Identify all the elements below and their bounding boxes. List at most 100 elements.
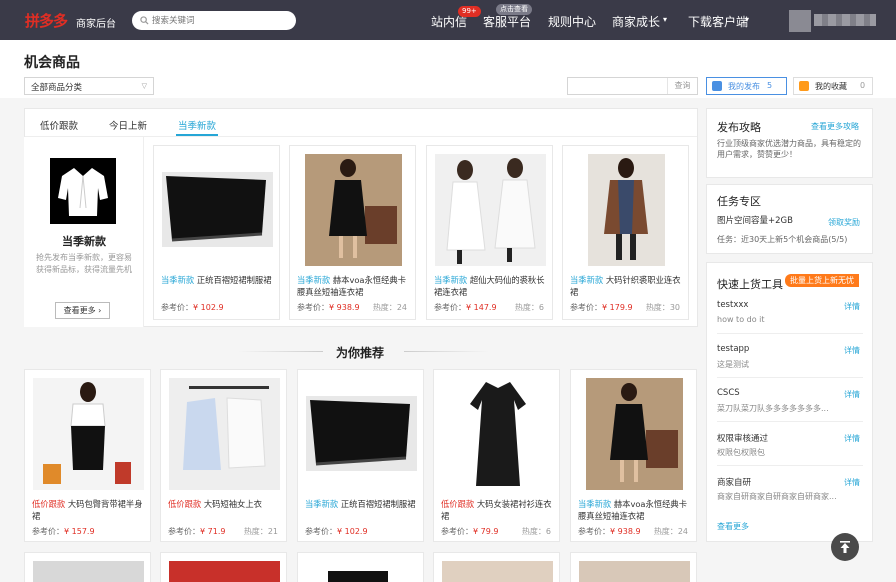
chevron-down-icon: ▾ bbox=[663, 15, 668, 24]
tool-desc: 商家自研商家自研商家自研商家... bbox=[717, 492, 837, 501]
product-image bbox=[162, 172, 273, 247]
product-title: 当季新款 大码针织裘职业连衣裙 bbox=[570, 275, 681, 297]
guide-text: 行业顶级商家优选潜力商品，具有稳定的用户需求，赞赞更少！ bbox=[717, 139, 861, 159]
nav-customer-service[interactable]: 客服平台 bbox=[483, 13, 531, 30]
product-price: 参考价：¥ 102.9 bbox=[161, 303, 224, 312]
tab-today-new[interactable]: 今日上新 bbox=[109, 118, 147, 132]
global-search[interactable] bbox=[132, 11, 296, 30]
my-favorite-button[interactable]: 我的收藏 0 bbox=[793, 77, 873, 95]
tool-desc: 这是测试 bbox=[717, 360, 749, 369]
product-heat: 热度：24 bbox=[372, 303, 407, 312]
tools-more-link[interactable]: 查看更多 bbox=[717, 521, 749, 532]
product-image bbox=[579, 561, 690, 582]
divider bbox=[717, 333, 863, 334]
promo-description: 抢先发布当季新款，更容易获得新品标，获得流量先机 bbox=[36, 253, 132, 274]
my-publish-count: 5 bbox=[767, 81, 773, 90]
task-title: 任务专区 bbox=[717, 195, 761, 208]
product-price: 参考价：¥ 147.9 bbox=[434, 303, 497, 312]
top-navigation-bar: 拼多多 商家后台 站内信 99+ 客服平台 点击查看 规则中心 商家成长 ▾ 下… bbox=[0, 0, 896, 40]
product-title: 当季新款 正统百褶短裙制服裙 bbox=[305, 499, 416, 509]
category-select-value: 全部商品分类 bbox=[31, 83, 83, 93]
product-card[interactable]: 当季新款 大码针织裘职业连衣裙 参考价：¥ 179.9 热度：30 bbox=[562, 145, 689, 320]
guide-more-link[interactable]: 查看更多攻略 bbox=[811, 121, 859, 132]
product-card[interactable]: 低价跟款 大码短袖女上衣 参考价：¥ 71.9 热度：21 bbox=[160, 369, 287, 542]
query-box[interactable]: 查询 bbox=[567, 77, 698, 95]
claim-reward-link[interactable]: 领取奖励 bbox=[828, 217, 860, 228]
tab-low-price[interactable]: 低价跟款 bbox=[40, 118, 78, 132]
arrow-up-icon bbox=[840, 541, 850, 553]
product-card[interactable]: 当季新款 超仙大码仙的裘秋长裙连衣裙 参考价：¥ 147.9 热度：6 bbox=[426, 145, 553, 320]
tool-desc: 菜刀队菜刀队多多多多多多多... bbox=[717, 404, 829, 413]
chevron-down-icon: ▾ bbox=[745, 15, 750, 24]
product-heat: 热度：30 bbox=[645, 303, 680, 312]
nav-merchant-growth[interactable]: 商家成长 bbox=[612, 13, 660, 30]
recommend-title: 为你推荐 bbox=[335, 346, 384, 360]
view-more-label: 查看更多 bbox=[63, 306, 96, 315]
tool-desc: 权限包权限包 bbox=[717, 448, 765, 457]
product-price: 参考价：¥ 938.9 bbox=[297, 303, 360, 312]
product-image bbox=[328, 571, 388, 582]
product-card[interactable] bbox=[570, 552, 697, 582]
tool-name[interactable]: 商家自研 bbox=[717, 476, 751, 488]
divider bbox=[717, 421, 863, 422]
product-image bbox=[306, 396, 417, 471]
promo-title: 当季新款 bbox=[62, 235, 106, 248]
product-title: 当季新款 赫本voa永恒经典卡腰真丝短袖连衣裙 bbox=[297, 275, 406, 297]
product-image bbox=[442, 378, 553, 490]
star-icon bbox=[799, 81, 809, 91]
my-publish-label: 我的发布 bbox=[728, 82, 760, 91]
product-card[interactable] bbox=[160, 552, 287, 582]
product-card[interactable]: 当季新款 正统百褶短裙制服裙 参考价：¥ 102.9 bbox=[297, 369, 424, 542]
task-item: 图片空间容量+2GB bbox=[717, 216, 793, 226]
nav-download-client[interactable]: 下载客户端 bbox=[688, 13, 748, 30]
chevron-down-icon: ▽ bbox=[141, 82, 147, 90]
product-heat: 热度：6 bbox=[521, 527, 551, 536]
product-price: 参考价：¥ 157.9 bbox=[32, 527, 95, 536]
product-image bbox=[33, 561, 144, 582]
product-card[interactable]: 低价跟款 大码包臀背带裙半身裙 参考价：¥ 157.9 bbox=[24, 369, 151, 542]
tool-detail-link[interactable]: 详情 bbox=[844, 477, 860, 488]
brand-logo[interactable]: 拼多多 bbox=[25, 10, 68, 31]
product-image bbox=[435, 154, 546, 266]
product-card[interactable] bbox=[433, 552, 560, 582]
product-price: 参考价：¥ 179.9 bbox=[570, 303, 633, 312]
product-title: 当季新款 超仙大码仙的裘秋长裙连衣裙 bbox=[434, 275, 545, 297]
my-favorite-count: 0 bbox=[860, 81, 866, 90]
product-image bbox=[169, 561, 280, 582]
avatar[interactable] bbox=[789, 10, 811, 32]
product-card[interactable]: 当季新款 正统百褶短裙制服裙 参考价：¥ 102.9 bbox=[153, 145, 280, 320]
product-card[interactable] bbox=[297, 552, 424, 582]
product-card[interactable]: 低价跟款 大码女装裙衬衫连衣裙 参考价：¥ 79.9 热度：6 bbox=[433, 369, 560, 542]
tool-name[interactable]: 权限审核通过 bbox=[717, 432, 768, 444]
tool-detail-link[interactable]: 详情 bbox=[844, 301, 860, 312]
product-price: 参考价：¥ 71.9 bbox=[168, 527, 226, 536]
search-icon bbox=[140, 16, 149, 25]
search-input[interactable] bbox=[152, 14, 290, 27]
product-heat: 热度：21 bbox=[243, 527, 278, 536]
product-price: 参考价：¥ 102.9 bbox=[305, 527, 368, 536]
my-favorite-label: 我的收藏 bbox=[815, 82, 847, 91]
product-card[interactable]: 当季新款 赫本voa永恒经典卡腰真丝短袖连衣裙 参考价：¥ 938.9 热度：2… bbox=[289, 145, 416, 320]
product-card[interactable]: 当季新款 赫本voa永恒经典卡腰真丝短袖连衣裙 参考价：¥ 938.9 热度：2… bbox=[570, 369, 697, 542]
view-more-button[interactable]: 查看更多 › bbox=[55, 302, 110, 319]
account-name-blurred[interactable] bbox=[814, 14, 876, 26]
tool-detail-link[interactable]: 详情 bbox=[844, 389, 860, 400]
query-button[interactable]: 查询 bbox=[667, 78, 697, 94]
product-image bbox=[588, 154, 665, 266]
back-to-top-button[interactable] bbox=[831, 533, 859, 561]
nav-rules-center[interactable]: 规则中心 bbox=[548, 13, 596, 30]
product-title: 当季新款 正统百褶短裙制服裙 bbox=[161, 275, 272, 285]
tool-detail-link[interactable]: 详情 bbox=[844, 345, 860, 356]
tool-detail-link[interactable]: 详情 bbox=[844, 433, 860, 444]
tool-name[interactable]: CSCS bbox=[717, 388, 740, 398]
tool-name[interactable]: testapp bbox=[717, 344, 749, 354]
product-title: 低价跟款 大码女装裙衬衫连衣裙 bbox=[441, 499, 552, 521]
product-image bbox=[305, 154, 402, 266]
tab-season-new[interactable]: 当季新款 bbox=[178, 118, 216, 132]
product-title: 低价跟款 大码包臀背带裙半身裙 bbox=[32, 499, 143, 521]
product-card[interactable] bbox=[24, 552, 151, 582]
tool-name[interactable]: testxxx bbox=[717, 300, 748, 310]
category-select[interactable]: 全部商品分类 ▽ bbox=[24, 77, 154, 95]
my-publish-button[interactable]: 我的发布 5 bbox=[706, 77, 787, 95]
product-heat: 热度：24 bbox=[653, 527, 688, 536]
